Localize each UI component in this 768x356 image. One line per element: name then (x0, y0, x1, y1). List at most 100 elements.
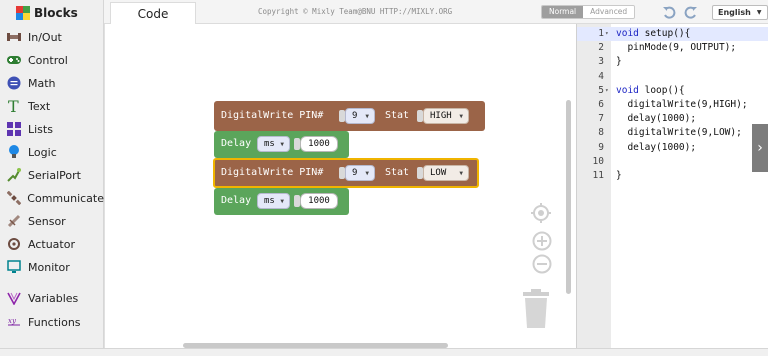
gamepad-icon (6, 52, 22, 68)
sidebar-item-math[interactable]: Math (0, 72, 104, 94)
sidebar-item-variables[interactable]: Variables (0, 287, 104, 309)
fold-arrow-icon[interactable]: ▾ (605, 84, 609, 98)
code-line[interactable]: 4 (577, 70, 768, 84)
digitalwrite-block[interactable]: DigitalWrite PIN# 9 ▼ Stat HIGH ▼ (214, 101, 485, 131)
code-line[interactable]: 9 delay(1000); (577, 141, 768, 155)
fold-arrow-icon[interactable]: ▾ (605, 27, 609, 41)
code-text: delay(1000); (616, 141, 696, 155)
code-editor-panel[interactable]: 1 ▾ void setup(){2 pinMode(9, OUTPUT); 3} 4 5… (576, 24, 768, 348)
language-select[interactable]: English ▼ (712, 5, 768, 20)
unit-dropdown[interactable]: ms ▼ (257, 136, 290, 152)
block-label: DigitalWrite PIN# (221, 110, 324, 121)
code-rest: delay(1000); (627, 113, 697, 125)
code-line[interactable]: 7 delay(1000); (577, 112, 768, 126)
sidebar-item-actuator[interactable]: Actuator (0, 233, 104, 255)
block-label: Delay (221, 195, 252, 206)
recenter-icon[interactable] (531, 203, 551, 227)
line-number: 11 (592, 170, 604, 181)
sidebar-item-label: Actuator (28, 237, 75, 251)
sidebar-item-label: Control (28, 53, 68, 67)
unit-dropdown[interactable]: ms ▼ (257, 193, 290, 209)
sidebar-item-logic[interactable]: Logic (0, 141, 104, 163)
code-text: digitalWrite(9,LOW); (616, 126, 741, 140)
stat-value: LOW (430, 168, 447, 178)
pin-dropdown[interactable]: 9 ▼ (345, 108, 375, 124)
delay-block[interactable]: Delay ms ▼ 1000 (214, 131, 349, 158)
line-number: 6 (598, 99, 604, 110)
zoom-out-icon[interactable] (532, 254, 552, 278)
serial-icon (6, 167, 22, 183)
code-text: } (616, 169, 622, 183)
sidebar-item-label: Logic (28, 145, 57, 159)
pin-dropdown[interactable]: 9 ▼ (345, 165, 375, 181)
tab-code[interactable]: Code (110, 2, 196, 24)
pin-value: 9 (352, 111, 358, 121)
sidebar-item-label: In/Out (28, 30, 62, 44)
code-text: void setup(){ (616, 27, 690, 41)
sensor-icon (6, 213, 22, 229)
code-line[interactable]: 10 (577, 155, 768, 169)
code-rest: } (616, 170, 622, 181)
functions-icon: xy (6, 314, 22, 330)
workspace-vertical-scrollbar[interactable] (566, 100, 571, 294)
code-line[interactable]: 2 pinMode(9, OUTPUT); (577, 41, 768, 55)
actuator-icon (6, 236, 22, 252)
sidebar-item-control[interactable]: Control (0, 49, 104, 71)
chevron-right-icon: › (757, 140, 763, 156)
sidebar-item-label: Math (28, 76, 56, 90)
sidebar-item-sensor[interactable]: Sensor (0, 210, 104, 232)
code-text: digitalWrite(9,HIGH); (616, 98, 747, 112)
sidebar-item-serialport[interactable]: SerialPort (0, 164, 104, 186)
line-number: 7 (598, 113, 604, 125)
sidebar-item-label: Lists (28, 122, 53, 136)
chevron-down-icon: ▼ (365, 169, 369, 177)
monitor-icon (6, 259, 22, 275)
stat-dropdown[interactable]: HIGH ▼ (423, 108, 469, 124)
code-line[interactable]: 3} (577, 55, 768, 69)
top-toolbar: Code Copyright © Mixly Team@BNU HTTP://M… (104, 0, 768, 24)
code-rest: delay(1000); (627, 141, 697, 153)
redo-icon[interactable] (684, 4, 698, 19)
stat-dropdown[interactable]: LOW ▼ (423, 165, 469, 181)
undo-icon[interactable] (662, 4, 676, 19)
code-line[interactable]: 8 digitalWrite(9,LOW); (577, 126, 768, 140)
code-line[interactable]: 11} (577, 169, 768, 183)
sidebar-item-label: Communicate (27, 191, 104, 205)
trash-icon[interactable] (522, 289, 550, 333)
delay-value-input[interactable]: 1000 (300, 193, 338, 209)
digitalwrite-block-selected[interactable]: DigitalWrite PIN# 9 ▼ Stat LOW ▼ (213, 158, 479, 188)
stat-value: HIGH (430, 111, 452, 121)
code-line[interactable]: 6 digitalWrite(9,HIGH); (577, 98, 768, 112)
code-line[interactable]: 1 ▾ void setup(){ (577, 27, 768, 41)
sidebar-item-functions[interactable]: xy Functions (0, 311, 104, 333)
chevron-down-icon: ▼ (280, 197, 284, 205)
code-text: void loop(){ (616, 84, 685, 98)
code-rest: setup(){ (638, 28, 691, 39)
delay-value-input[interactable]: 1000 (300, 136, 338, 152)
line-number: 10 (592, 155, 604, 167)
text-icon: T (6, 98, 22, 114)
blocks-logo-icon (16, 6, 30, 20)
sidebar-item-lists[interactable]: Lists (0, 118, 104, 140)
satellite-icon (6, 190, 21, 206)
sidebar-item-communicate[interactable]: Communicate (0, 187, 104, 209)
block-label: DigitalWrite PIN# (221, 167, 324, 178)
sidebar-item-label: Monitor (28, 260, 70, 274)
sidebar-item-in-out[interactable]: In/Out (0, 26, 104, 48)
sidebar-item-monitor[interactable]: Monitor (0, 256, 104, 278)
svg-text:T: T (8, 98, 19, 114)
zoom-in-icon[interactable] (532, 231, 552, 255)
mode-normal-button[interactable]: Normal (542, 6, 584, 18)
code-panel-toggle[interactable]: › (752, 124, 768, 172)
code-text: delay(1000); (616, 112, 696, 126)
mode-advanced-button[interactable]: Advanced (583, 6, 635, 18)
code-keyword: void (616, 28, 639, 39)
code-rest: pinMode(9, OUTPUT); (627, 42, 737, 54)
sidebar-item-text[interactable]: T Text (0, 95, 104, 117)
code-line[interactable]: 5 ▾ void loop(){ (577, 84, 768, 98)
delay-block[interactable]: Delay ms ▼ 1000 (214, 188, 349, 215)
plug-icon (6, 29, 22, 45)
code-keyword: void (616, 84, 639, 96)
